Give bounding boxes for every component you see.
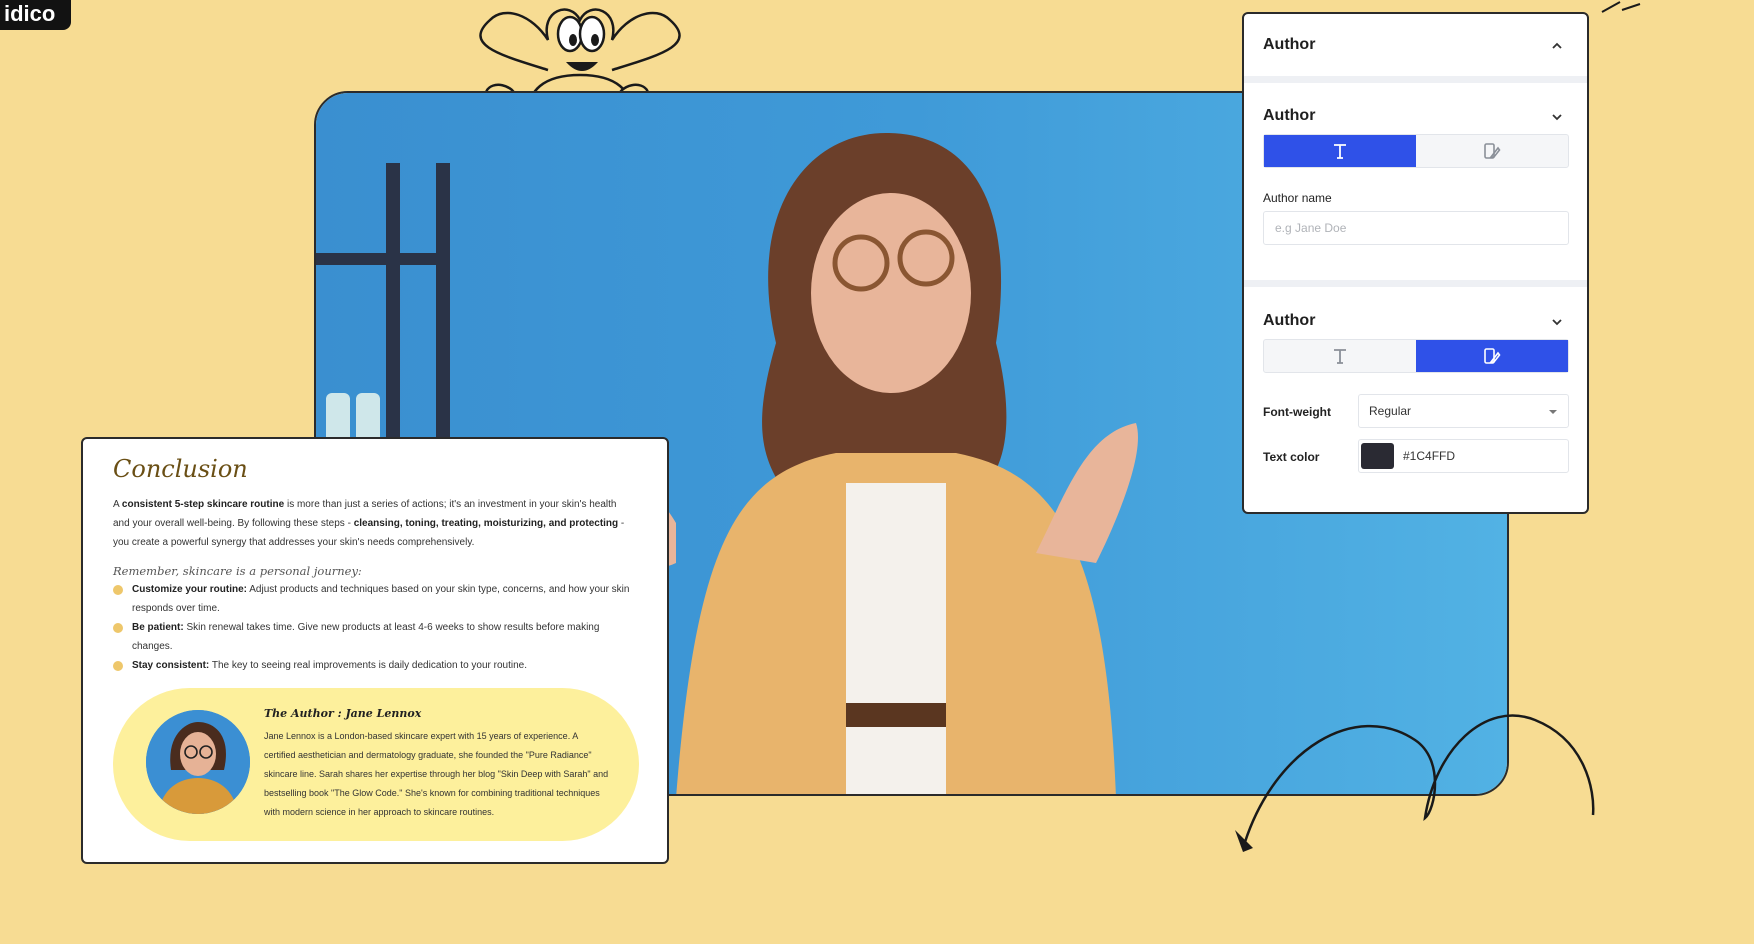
style-format-icon [1484, 348, 1501, 364]
tab-style[interactable] [1416, 340, 1568, 372]
tab-style[interactable] [1416, 135, 1568, 167]
list-item: Stay consistent: The key to seeing real … [113, 656, 633, 675]
tab-text[interactable] [1264, 135, 1416, 167]
list-item: Be patient: Skin renewal takes time. Giv… [113, 618, 633, 656]
bullet-list: Customize your routine: Adjust products … [113, 580, 633, 675]
author-name-placeholder: e.g Jane Doe [1275, 221, 1347, 235]
bullet-dot-icon [113, 661, 123, 671]
text-color-value: #1C4FFD [1403, 449, 1456, 463]
section-divider [1244, 280, 1587, 287]
text-format-icon [1334, 349, 1346, 364]
text-color-label: Text color [1263, 450, 1320, 464]
author-title: The Author : Jane Lennox [264, 707, 422, 720]
text-format-icon [1334, 144, 1346, 159]
author-name-label: Author name [1263, 191, 1332, 205]
list-item: Customize your routine: Adjust products … [113, 580, 633, 618]
dropdown-caret-icon [1549, 410, 1557, 414]
bullet-dot-icon [113, 585, 123, 595]
text-color-input[interactable]: #1C4FFD [1358, 439, 1569, 473]
author-card: The Author : Jane Lennox Jane Lennox is … [113, 688, 639, 841]
style-format-icon [1484, 143, 1501, 159]
author-name-input[interactable]: e.g Jane Doe [1263, 211, 1569, 245]
font-weight-value: Regular [1369, 404, 1412, 418]
author-settings-panel: Author Author Author name e.g Jane Doe A… [1242, 12, 1589, 514]
style-tab-group [1263, 339, 1569, 373]
section-divider [1244, 76, 1587, 83]
panel-header-title: Author [1263, 36, 1316, 53]
tab-text[interactable] [1264, 340, 1416, 372]
content-tab-group [1263, 134, 1569, 168]
font-weight-label: Font-weight [1263, 405, 1331, 419]
author-bio: Jane Lennox is a London-based skincare e… [264, 731, 609, 817]
article-card: Conclusion A consistent 5-step skincare … [81, 437, 669, 864]
font-weight-select[interactable]: Regular [1358, 394, 1569, 428]
content-section-title: Author [1263, 107, 1316, 124]
arrow-doodle [1235, 714, 1595, 852]
brand-logo: idico [0, 0, 72, 30]
decorative-strokes [1601, 1, 1641, 13]
style-section-title: Author [1263, 312, 1316, 329]
article-title: Conclusion [113, 455, 248, 483]
article-intro: A consistent 5-step skincare routine is … [113, 499, 625, 548]
color-swatch[interactable] [1361, 443, 1394, 469]
chevron-down-icon[interactable] [1549, 109, 1565, 125]
bullet-dot-icon [113, 623, 123, 633]
chevron-up-icon[interactable] [1549, 38, 1565, 54]
author-avatar [146, 710, 250, 814]
article-subheading: Remember, skincare is a personal journey… [113, 564, 362, 578]
chevron-down-icon[interactable] [1549, 314, 1565, 330]
